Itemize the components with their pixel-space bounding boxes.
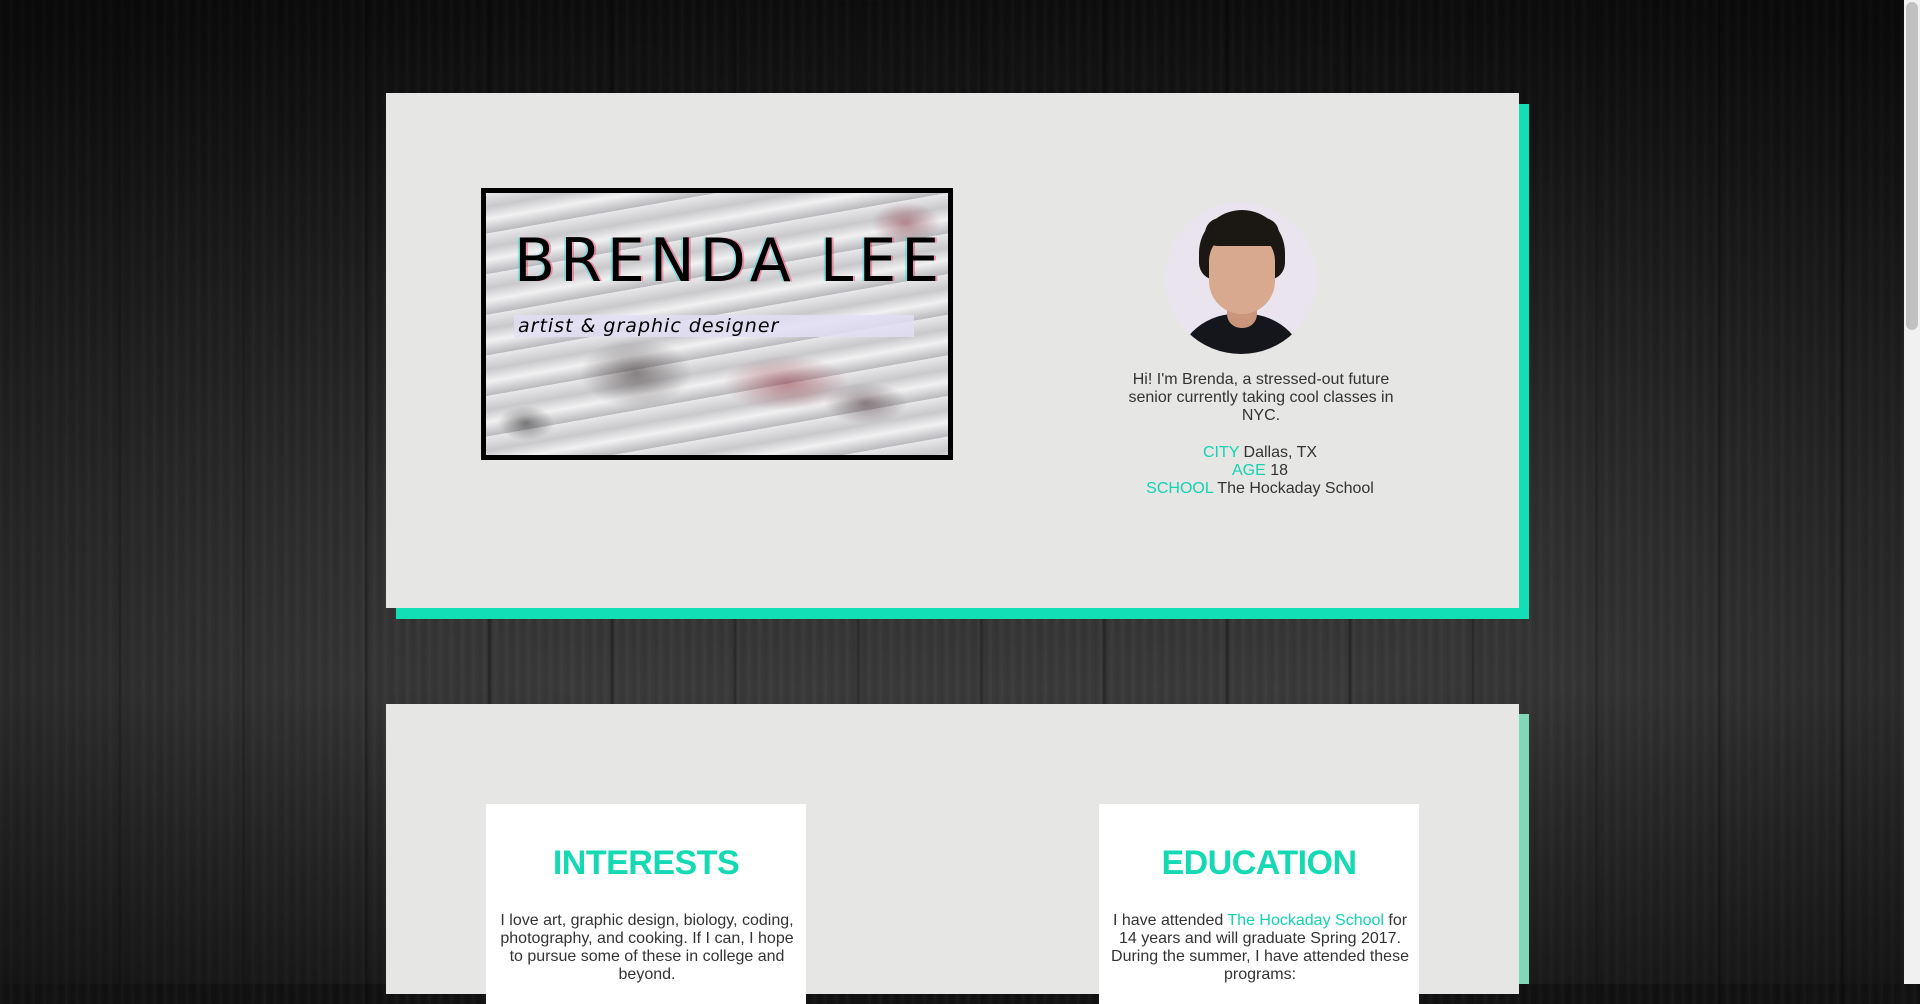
education-text: I have attended The Hockaday School for … [1111, 912, 1409, 984]
profile-card: BRENDA LEE artist & graphic designer Hi!… [386, 93, 1519, 608]
interests-text: I love art, graphic design, biology, cod… [500, 912, 794, 983]
page-scrollbar[interactable] [1904, 0, 1920, 984]
fact-key: CITY [1202, 444, 1240, 461]
fact-city: CITY Dallas, TX [1086, 444, 1434, 462]
profile-photo [1165, 202, 1317, 354]
header-banner-image: BRENDA LEE artist & graphic designer [481, 188, 953, 460]
banner-name: BRENDA LEE [514, 226, 945, 296]
fact-key: SCHOOL [1146, 480, 1214, 497]
fact-value: Dallas, TX [1243, 444, 1318, 461]
fact-school: SCHOOL The Hockaday School [1086, 480, 1434, 498]
fact-value: The Hockaday School [1217, 480, 1374, 497]
education-box: EDUCATION I have attended The Hockaday S… [1099, 804, 1419, 1004]
info-card: INTERESTS I love art, graphic design, bi… [386, 704, 1519, 1004]
fact-value: 18 [1270, 462, 1289, 479]
avatar-fringe [1205, 218, 1279, 246]
education-text-before: I have attended [1112, 912, 1228, 929]
hockaday-link[interactable]: The Hockaday School [1227, 912, 1384, 929]
fact-age: AGE 18 [1086, 462, 1434, 480]
banner-subtitle: artist & graphic designer [514, 315, 914, 337]
scrollbar-thumb[interactable] [1906, 2, 1918, 330]
interests-title: INTERESTS [552, 844, 740, 882]
fact-key: AGE [1231, 462, 1266, 479]
bio-text: Hi! I'm Brenda, a stressed-out future se… [1128, 371, 1394, 424]
interests-box: INTERESTS I love art, graphic design, bi… [486, 804, 806, 1004]
education-title: EDUCATION [1161, 844, 1357, 882]
profile-facts: CITY Dallas, TX AGE 18 SCHOOL The Hockad… [1086, 444, 1434, 498]
